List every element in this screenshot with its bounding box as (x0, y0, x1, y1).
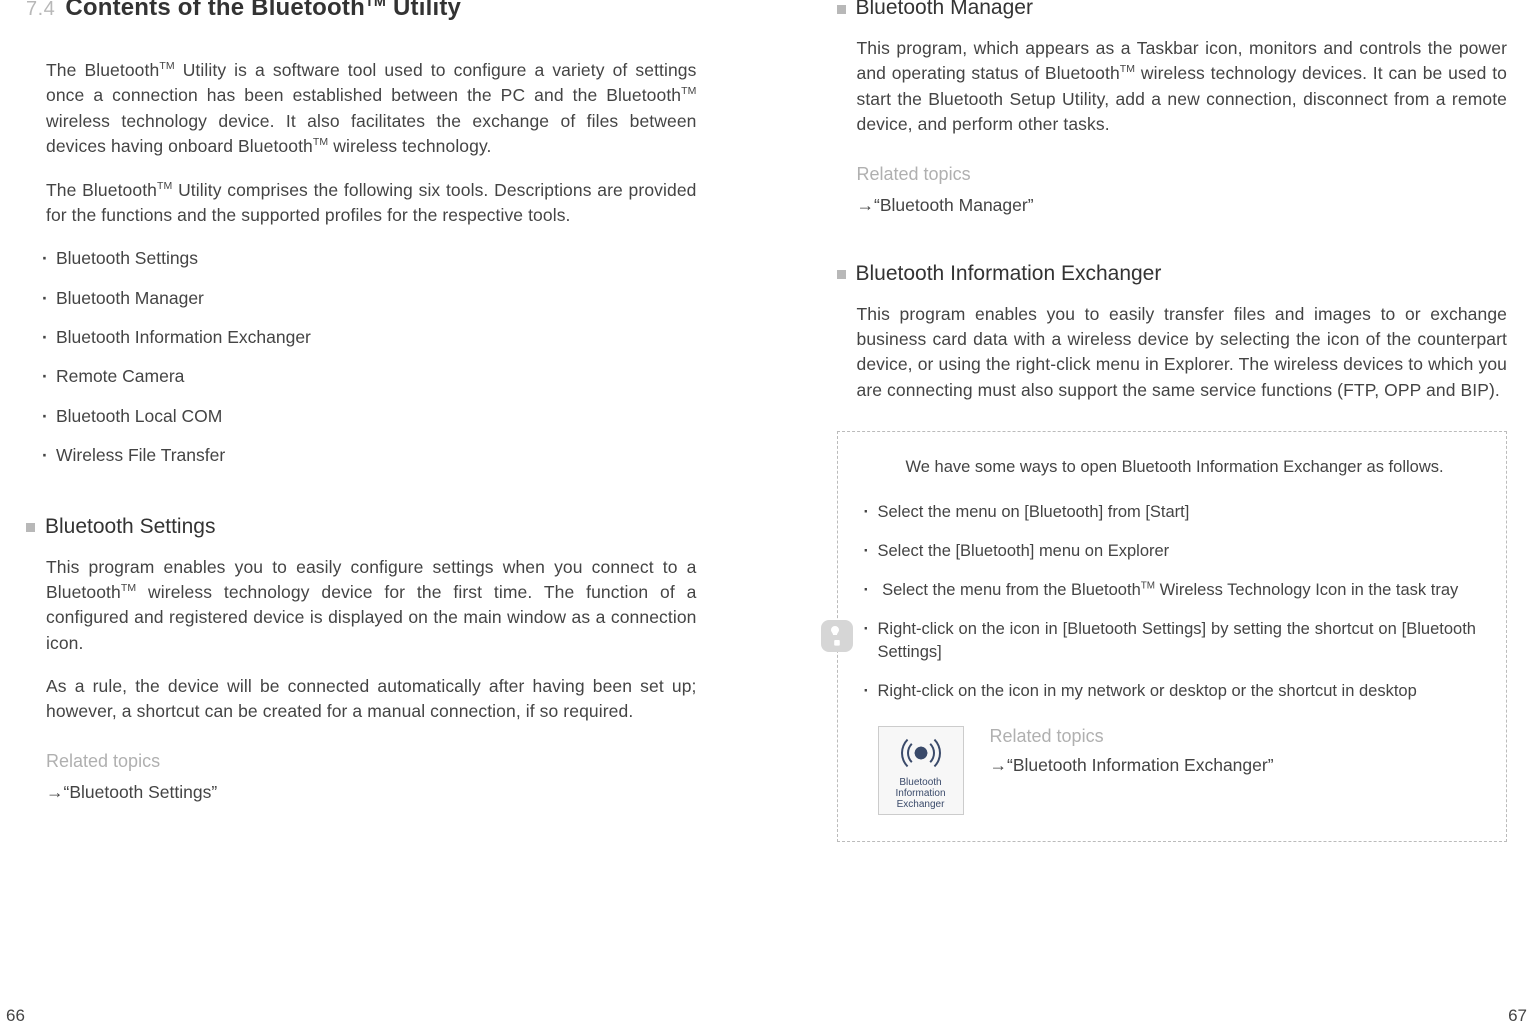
note-icon (820, 619, 854, 653)
note-intro: We have some ways to open Bluetooth Info… (906, 458, 1477, 477)
subsection-title: Bluetooth Information Exchanger (856, 262, 1162, 286)
section-number: 7.4 (26, 0, 55, 21)
square-bullet-icon (837, 270, 846, 279)
subsection-title: Bluetooth Manager (856, 0, 1033, 20)
related-topics-label: Related topics (990, 726, 1274, 747)
note-related-block: Related topics →“Bluetooth Information E… (990, 726, 1274, 776)
bluetooth-exchanger-app-icon: Bluetooth Information Exchanger (878, 726, 964, 815)
note-bottom-row: Bluetooth Information Exchanger Related … (878, 726, 1477, 815)
tools-item: Bluetooth Information Exchanger (56, 325, 697, 350)
note-item: Select the menu on [Bluetooth] from [Sta… (878, 501, 1477, 524)
related-topics-label: Related topics (857, 164, 1508, 185)
intro-paragraph-2: The BluetoothTM Utility comprises the fo… (46, 178, 697, 229)
section-heading: 7.4 Contents of the BluetoothTM Utility (26, 0, 697, 58)
page-right: Bluetooth Manager This program, which ap… (767, 0, 1533, 1028)
section-title: Contents of the BluetoothTM Utility (65, 0, 461, 22)
related-topics-link: →“Bluetooth Manager” (857, 195, 1508, 216)
note-list: Select the menu on [Bluetooth] from [Sta… (878, 501, 1477, 704)
wireless-icon (901, 733, 941, 773)
square-bullet-icon (837, 5, 846, 14)
note-box: We have some ways to open Bluetooth Info… (837, 431, 1508, 842)
note-item: Right-click on the icon in my network or… (878, 680, 1477, 703)
page-number-left: 66 (6, 1006, 25, 1026)
note-item: Select the [Bluetooth] menu on Explorer (878, 540, 1477, 563)
subsection-heading: Bluetooth Settings (26, 515, 697, 539)
page-number-right: 67 (1508, 1006, 1527, 1026)
subsection-heading: Bluetooth Information Exchanger (837, 262, 1508, 286)
bluetooth-info-exchanger-para: This program enables you to easily trans… (857, 302, 1508, 404)
note-item: Select the menu from the BluetoothTM Wir… (878, 579, 1477, 602)
tools-item: Bluetooth Settings (56, 246, 697, 271)
tools-item: Bluetooth Manager (56, 286, 697, 311)
page-left: 7.4 Contents of the BluetoothTM Utility … (0, 0, 767, 1028)
bluetooth-settings-para-2: As a rule, the device will be connected … (46, 674, 697, 725)
tools-list: Bluetooth Settings Bluetooth Manager Blu… (56, 246, 697, 468)
related-topics-link: →“Bluetooth Information Exchanger” (990, 755, 1274, 776)
related-topics-link: →“Bluetooth Settings” (46, 782, 697, 803)
intro-paragraph-1: The BluetoothTM Utility is a software to… (46, 58, 697, 160)
tools-item: Remote Camera (56, 364, 697, 389)
square-bullet-icon (26, 523, 35, 532)
subsection-title: Bluetooth Settings (45, 515, 215, 539)
note-item: Right-click on the icon in [Bluetooth Se… (878, 618, 1477, 664)
app-icon-label: Bluetooth Information Exchanger (883, 777, 959, 810)
subsection-heading: Bluetooth Manager (837, 0, 1508, 20)
tools-item: Wireless File Transfer (56, 443, 697, 468)
related-topics-label: Related topics (46, 751, 697, 772)
tools-item: Bluetooth Local COM (56, 404, 697, 429)
bluetooth-settings-para-1: This program enables you to easily confi… (46, 555, 697, 657)
bluetooth-manager-para: This program, which appears as a Taskbar… (857, 36, 1508, 138)
